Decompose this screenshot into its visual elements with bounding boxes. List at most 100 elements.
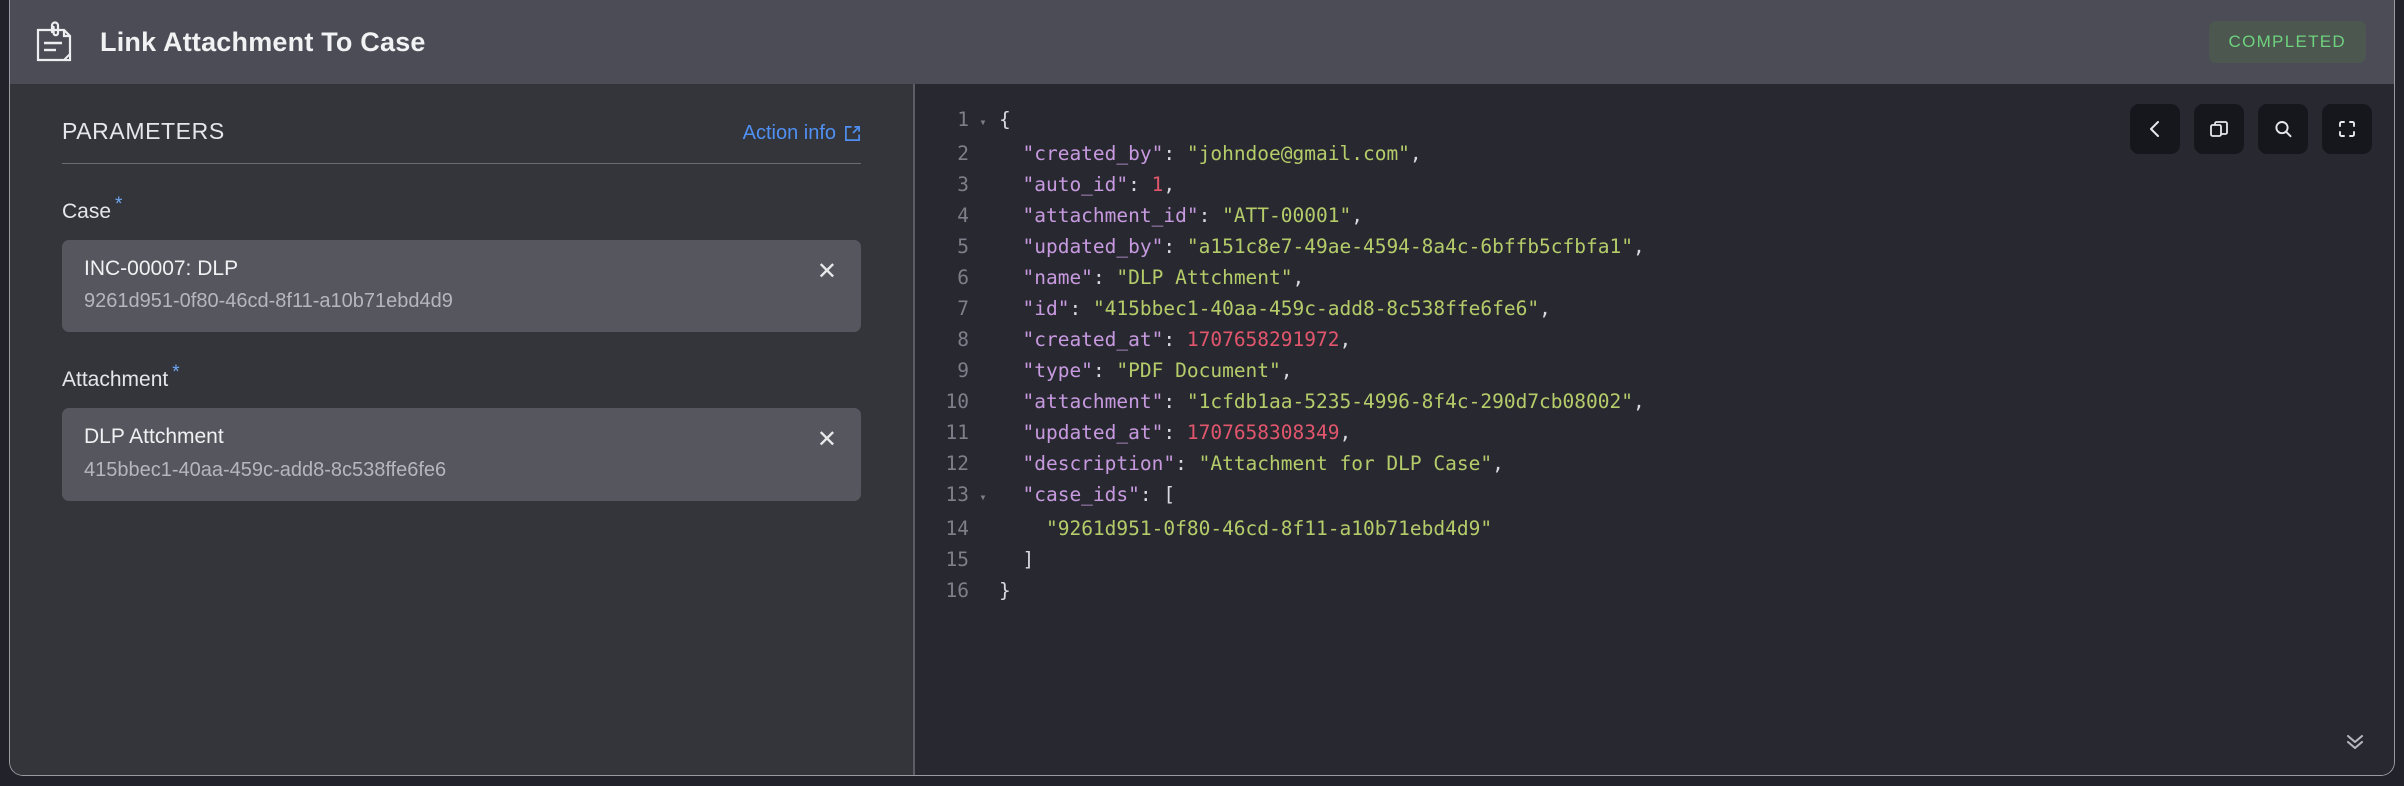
token-key: "updated_at" — [1022, 421, 1164, 444]
status-badge: COMPLETED — [2208, 21, 2366, 63]
code-line: 16} — [915, 575, 2394, 606]
fold-toggle-icon[interactable]: ▾ — [973, 107, 993, 138]
code-line-text: "9261d951-0f80-46cd-8f11-a10b71ebd4d9" — [993, 513, 1492, 544]
token-punc: : — [1092, 359, 1117, 382]
line-number: 11 — [945, 421, 969, 444]
search-icon — [2272, 118, 2294, 140]
code-line-text: ] — [993, 544, 1034, 575]
token-punc: : — [1128, 173, 1152, 196]
line-number: 12 — [945, 452, 969, 475]
action-info-label: Action info — [742, 122, 836, 144]
token-num: 1 — [1151, 173, 1164, 196]
token-str: "Attachment for DLP Case" — [1198, 452, 1493, 475]
field-case-value[interactable]: INC-00007: DLP 9261d951-0f80-46cd-8f11-a… — [62, 240, 861, 333]
token-str: "DLP Attchment" — [1116, 266, 1293, 289]
parameters-panel: PARAMETERS Action info Case * INC-00007:… — [10, 84, 915, 775]
token-str: "9261d951-0f80-46cd-8f11-a10b71ebd4d9" — [1045, 517, 1493, 540]
token-punc: : [ — [1139, 483, 1176, 506]
action-detail-card: Link Attachment To Case COMPLETED PARAME… — [9, 0, 2395, 776]
parameters-header: PARAMETERS Action info — [62, 118, 861, 164]
field-case: Case * INC-00007: DLP 9261d951-0f80-46cd-… — [62, 194, 861, 333]
code-line-text: "updated_at": 1707658308349, — [993, 417, 1351, 448]
line-number: 2 — [957, 142, 969, 165]
copy-button[interactable] — [2194, 104, 2244, 154]
token-punc: , — [1632, 235, 1645, 258]
token-punc: , — [1492, 452, 1504, 475]
code-line-text: "description": "Attachment for DLP Case"… — [993, 448, 1504, 479]
code-line-text: "created_by": "johndoe@gmail.com", — [993, 138, 1422, 169]
token-punc: : — [1163, 235, 1187, 258]
token-key: "case_ids" — [1022, 483, 1140, 506]
token-str: "1cfdb1aa-5235-4996-8f4c-290d7cb08002" — [1186, 390, 1633, 413]
document-attachment-icon — [32, 20, 76, 64]
field-case-clear-icon[interactable]: ✕ — [799, 256, 839, 288]
json-code-viewer[interactable]: 1 ▾{2 "created_by": "johndoe@gmail.com", 3… — [915, 84, 2394, 606]
code-line-text: "case_ids": [ — [993, 479, 1175, 510]
token-punc: : — [1069, 297, 1093, 320]
code-line-text: "name": "DLP Attchment", — [993, 262, 1304, 293]
search-button[interactable] — [2258, 104, 2308, 154]
code-line: 13 ▾ "case_ids": [ — [915, 479, 2394, 513]
code-line: 4 "attachment_id": "ATT-00001", — [915, 200, 2394, 231]
field-attachment-primary-value: DLP Attchment — [84, 425, 224, 449]
field-attachment-clear-icon[interactable]: ✕ — [799, 424, 839, 456]
fullscreen-button[interactable] — [2322, 104, 2372, 154]
field-attachment-secondary-value: 415bbec1-40aa-459c-add8-8c538ffe6fe6 — [84, 458, 447, 481]
token-key: "attachment" — [1022, 390, 1164, 413]
field-attachment-value[interactable]: DLP Attchment 415bbec1-40aa-459c-add8-8c… — [62, 408, 861, 501]
double-chevron-down-icon[interactable] — [2342, 728, 2368, 759]
token-punc: , — [1292, 266, 1305, 289]
field-case-secondary-value: 9261d951-0f80-46cd-8f11-a10b71ebd4d9 — [84, 290, 453, 313]
parameters-title: PARAMETERS — [62, 118, 225, 144]
token-punc: , — [1351, 204, 1363, 227]
code-line: 9 "type": "PDF Document", — [915, 355, 2394, 386]
code-line-text: "created_at": 1707658291972, — [993, 324, 1351, 355]
field-attachment: Attachment * DLP Attchment 415bbec1-40aa-… — [62, 362, 861, 501]
token-punc: { — [999, 108, 1011, 131]
token-punc: , — [1539, 297, 1551, 320]
token-punc: : — [1175, 452, 1199, 475]
chevron-left-icon — [2144, 118, 2166, 140]
line-number: 5 — [957, 235, 969, 258]
code-line-text: "updated_by": "a151c8e7-49ae-4594-8a4c-6… — [993, 231, 1645, 262]
token-str: "415bbec1-40aa-459c-add8-8c538ffe6fe6" — [1092, 297, 1540, 320]
code-line-text: { — [993, 104, 1011, 135]
token-key: "created_by" — [1022, 142, 1164, 165]
code-line-text: } — [993, 575, 1011, 606]
line-number: 9 — [957, 359, 969, 382]
token-punc: : — [1092, 266, 1117, 289]
token-punc: , — [1409, 142, 1422, 165]
field-case-value-texts: INC-00007: DLP 9261d951-0f80-46cd-8f11-a… — [84, 256, 799, 314]
required-marker: * — [115, 194, 123, 215]
token-punc: } — [999, 579, 1011, 602]
code-line-text: "auto_id": 1, — [993, 169, 1175, 200]
token-str: "ATT-00001" — [1222, 204, 1352, 227]
required-marker: * — [172, 362, 180, 384]
code-line-text: "attachment": "1cfdb1aa-5235-4996-8f4c-2… — [993, 386, 1644, 417]
field-case-primary-value: INC-00007: DLP — [84, 257, 239, 280]
code-line: 3 "auto_id": 1, — [915, 169, 2394, 200]
fold-toggle-icon[interactable]: ▾ — [973, 482, 993, 513]
field-attachment-label: Attachment * — [62, 362, 180, 392]
token-key: "type" — [1022, 359, 1093, 382]
line-number: 8 — [957, 328, 969, 351]
token-punc: : — [1163, 421, 1187, 444]
line-number: 10 — [945, 390, 969, 413]
token-str: "johndoe@gmail.com" — [1186, 142, 1410, 165]
field-attachment-value-texts: DLP Attchment 415bbec1-40aa-459c-add8-8c… — [84, 424, 799, 482]
code-line: 10 "attachment": "1cfdb1aa-5235-4996-8f4… — [915, 386, 2394, 417]
token-punc: ] — [1022, 548, 1035, 571]
line-number: 7 — [957, 297, 969, 320]
token-key: "attachment_id" — [1022, 204, 1199, 227]
token-key: "updated_by" — [1022, 235, 1164, 258]
back-button[interactable] — [2130, 104, 2180, 154]
line-number: 1 — [957, 108, 969, 131]
line-number: 16 — [945, 579, 969, 602]
action-info-link[interactable]: Action info — [743, 122, 861, 145]
code-line-text: "type": "PDF Document", — [993, 355, 1292, 386]
token-key: "created_at" — [1022, 328, 1164, 351]
token-key: "name" — [1022, 266, 1093, 289]
line-number: 4 — [957, 204, 969, 227]
token-punc: , — [1339, 421, 1352, 444]
field-case-label: Case * — [62, 194, 122, 224]
